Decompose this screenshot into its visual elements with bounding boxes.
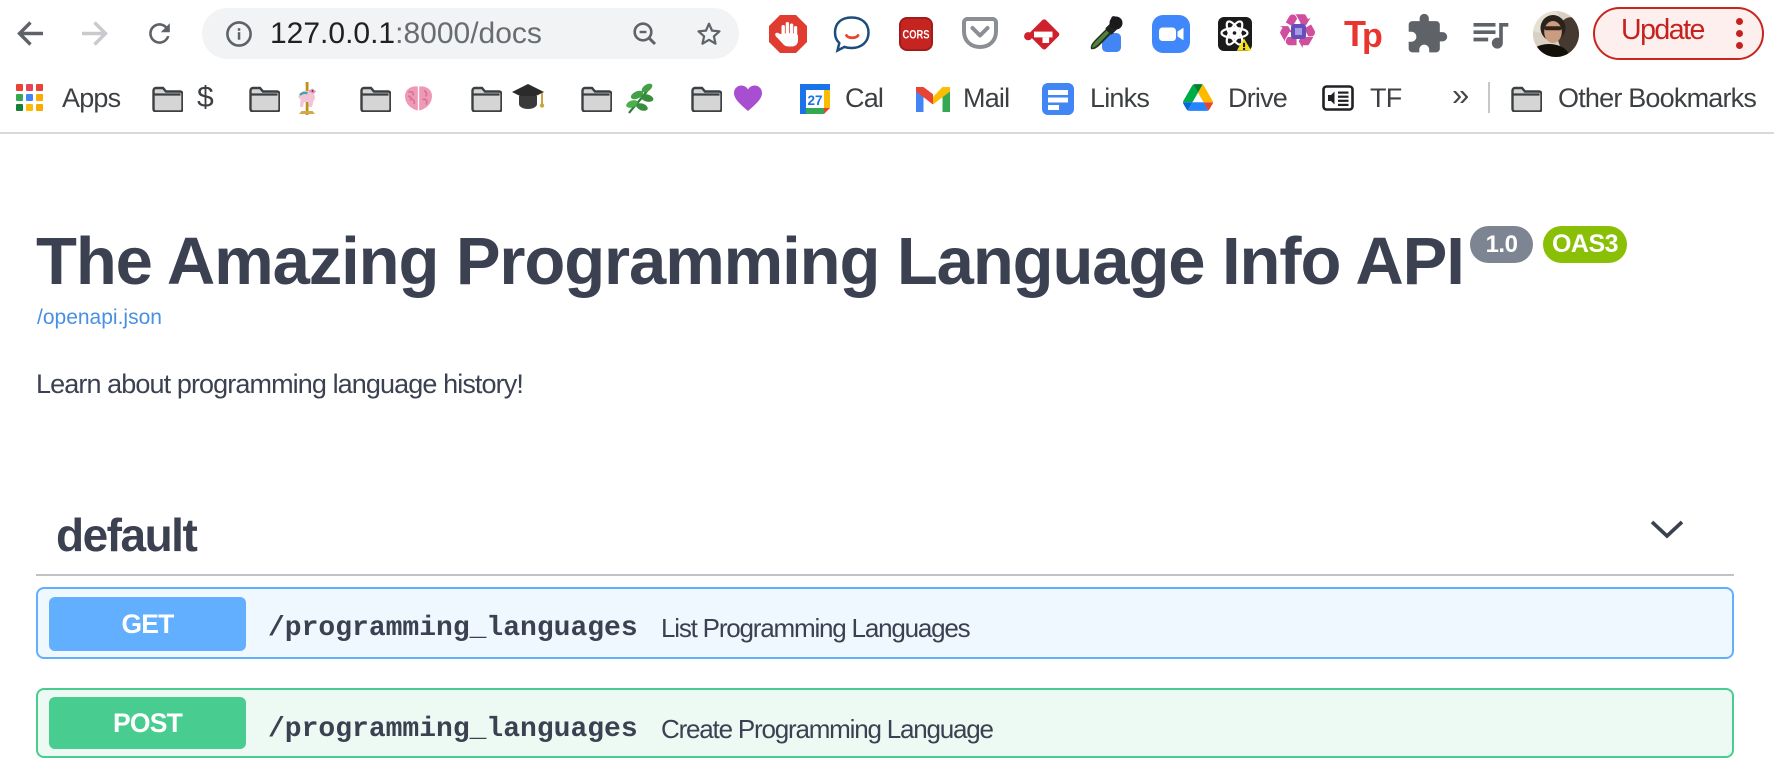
svg-text:27: 27 <box>807 93 822 108</box>
svg-text:CORS: CORS <box>903 28 930 42</box>
